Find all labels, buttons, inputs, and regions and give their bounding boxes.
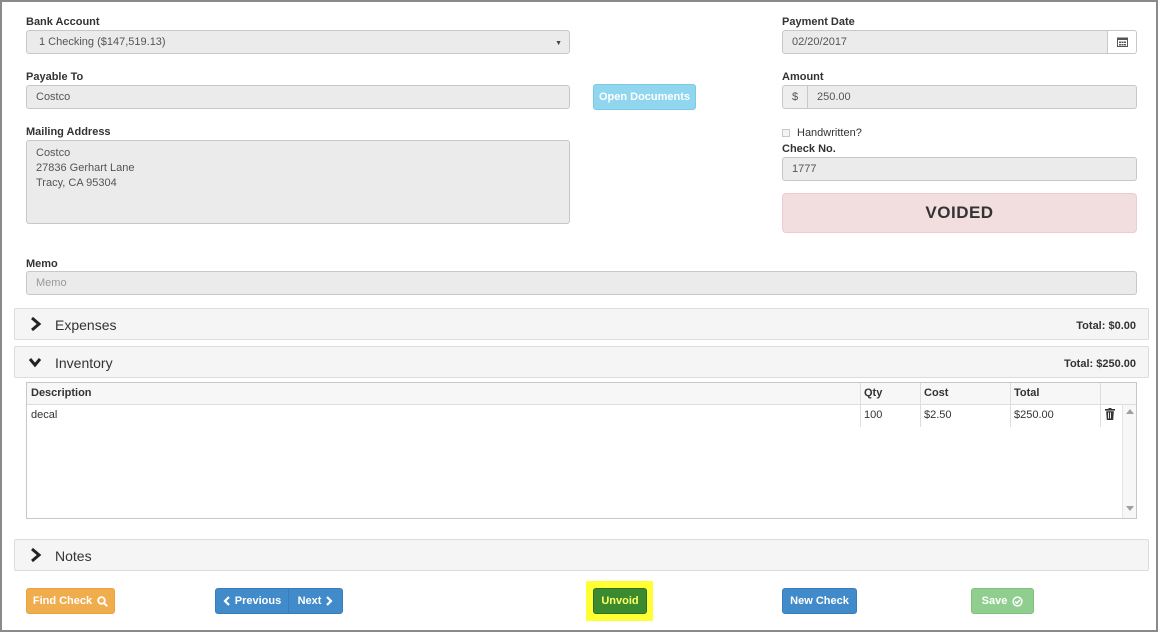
memo-input[interactable]: Memo — [26, 271, 1137, 295]
payment-date-label: Payment Date — [782, 16, 855, 28]
find-check-button[interactable]: Find Check — [26, 588, 115, 614]
handwritten-label: Handwritten? — [797, 127, 862, 139]
unvoid-button[interactable]: Unvoid — [593, 588, 647, 614]
expenses-section-header[interactable]: Expenses Total: $0.00 — [14, 308, 1149, 340]
address-line-1: Costco — [36, 147, 71, 159]
col-header-total[interactable]: Total — [1010, 383, 1100, 404]
notes-title: Notes — [55, 548, 92, 564]
chevron-right-icon — [31, 316, 42, 332]
save-button[interactable]: Save — [971, 588, 1034, 614]
payment-date-value: 02/20/2017 — [792, 36, 848, 48]
check-circle-icon — [1012, 595, 1023, 607]
row-1-total: $250.00 — [1014, 409, 1054, 421]
previous-button[interactable]: Previous — [215, 588, 289, 614]
bank-account-select[interactable]: 1 Checking ($147,519.13) ▼ — [26, 30, 570, 54]
column-divider — [1100, 383, 1101, 427]
memo-label: Memo — [26, 258, 58, 270]
previous-label: Previous — [234, 595, 282, 607]
inventory-total: Total: $250.00 — [1064, 358, 1136, 370]
check-no-input[interactable]: 1777 — [782, 157, 1137, 181]
expenses-total: Total: $0.00 — [1076, 320, 1136, 332]
col-header-description[interactable]: Description — [27, 383, 860, 404]
scroll-up-icon[interactable] — [1126, 409, 1134, 414]
chevron-left-icon — [223, 596, 230, 606]
chevron-down-icon — [28, 358, 42, 368]
payable-to-input[interactable]: Costco — [26, 85, 570, 109]
currency-addon: $ — [782, 85, 808, 109]
save-label: Save — [981, 595, 1008, 607]
inventory-table: Description Qty Cost Total decal 100 $2.… — [26, 382, 1137, 519]
grid-scrollbar[interactable] — [1122, 405, 1136, 518]
open-documents-button[interactable]: Open Documents — [593, 84, 696, 110]
address-line-2: 27836 Gerhart Lane — [36, 162, 135, 174]
col-header-qty[interactable]: Qty — [860, 383, 920, 404]
open-documents-label: Open Documents — [598, 91, 691, 103]
voided-status-banner: VOIDED — [782, 193, 1137, 233]
inventory-section-header[interactable]: Inventory Total: $250.00 — [14, 346, 1149, 378]
check-no-label: Check No. — [782, 143, 836, 155]
check-form-window: Bank Account 1 Checking ($147,519.13) ▼ … — [0, 0, 1158, 632]
unvoid-label: Unvoid — [601, 595, 639, 607]
new-check-label: New Check — [790, 595, 849, 607]
payable-to-label: Payable To — [26, 71, 84, 83]
amount-input[interactable]: 250.00 — [807, 85, 1137, 109]
search-icon — [97, 595, 109, 607]
bank-account-label: Bank Account — [26, 16, 100, 28]
caret-down-icon: ▼ — [555, 40, 562, 47]
row-1-cost[interactable]: $2.50 — [920, 405, 1010, 427]
next-label: Next — [297, 595, 322, 607]
handwritten-checkbox[interactable] — [782, 129, 790, 137]
amount-value: 250.00 — [817, 91, 851, 103]
check-no-value: 1777 — [792, 163, 817, 175]
col-header-cost[interactable]: Cost — [920, 383, 1010, 404]
payable-to-value: Costco — [36, 91, 71, 103]
find-check-label: Find Check — [32, 595, 93, 607]
amount-label: Amount — [782, 71, 824, 83]
notes-section-header[interactable]: Notes — [14, 539, 1149, 571]
mailing-address-label: Mailing Address — [26, 126, 111, 138]
trash-icon[interactable] — [1105, 408, 1115, 420]
row-1-qty[interactable]: 100 — [860, 405, 920, 427]
next-button[interactable]: Next — [288, 588, 343, 614]
chevron-right-icon — [326, 596, 333, 606]
memo-placeholder: Memo — [36, 277, 67, 289]
payment-date-input[interactable]: 02/20/2017 — [782, 30, 1108, 54]
calendar-icon — [1116, 37, 1128, 47]
new-check-button[interactable]: New Check — [782, 588, 857, 614]
mailing-address-textarea[interactable]: Costco 27836 Gerhart Lane Tracy, CA 9530… — [26, 140, 570, 224]
inventory-title: Inventory — [55, 355, 113, 371]
chevron-right-icon — [31, 547, 42, 563]
address-line-3: Tracy, CA 95304 — [36, 177, 117, 189]
expenses-title: Expenses — [55, 317, 117, 333]
calendar-button[interactable] — [1107, 30, 1137, 54]
row-1-description[interactable]: decal — [27, 405, 860, 427]
bank-account-value: 1 Checking ($147,519.13) — [39, 36, 166, 48]
scroll-down-icon[interactable] — [1126, 506, 1134, 511]
